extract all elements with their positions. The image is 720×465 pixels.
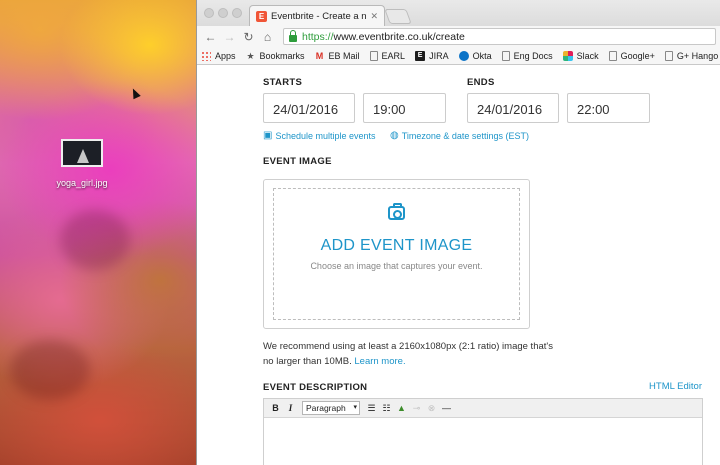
start-date-input[interactable]: 24/01/2016 bbox=[263, 93, 355, 123]
bookmark-okta[interactable]: Okta bbox=[458, 50, 492, 61]
star-icon: ★ bbox=[246, 50, 255, 61]
new-tab-button[interactable] bbox=[384, 9, 412, 24]
address-bar[interactable]: https://www.eventbrite.co.uk/create bbox=[283, 28, 716, 45]
bullet-list-button[interactable]: ☰ bbox=[364, 403, 379, 414]
bookmark-eng-docs[interactable]: Eng Docs bbox=[501, 50, 553, 61]
image-thumbnail bbox=[61, 139, 103, 167]
camera-icon bbox=[388, 203, 405, 220]
page-content: STARTS ENDS 24/01/2016 19:00 24/01/2016 … bbox=[197, 65, 720, 465]
lock-icon bbox=[289, 29, 297, 42]
bookmark-slack[interactable]: Slack bbox=[562, 50, 599, 61]
add-image-subtitle: Choose an image that captures your event… bbox=[310, 261, 483, 271]
reload-button[interactable]: ↻ bbox=[239, 30, 258, 44]
italic-button[interactable]: I bbox=[283, 403, 298, 413]
bookmark-bookmarks[interactable]: ★ Bookmarks bbox=[246, 50, 304, 61]
forward-button[interactable]: → bbox=[220, 30, 239, 44]
end-date-input[interactable]: 24/01/2016 bbox=[467, 93, 559, 123]
event-description-label: EVENT DESCRIPTION bbox=[263, 382, 368, 393]
add-event-image-button[interactable]: ADD EVENT IMAGE bbox=[264, 237, 529, 255]
url-protocol: https:// bbox=[302, 30, 334, 43]
insert-image-button[interactable]: ▲ bbox=[394, 403, 409, 413]
mouse-cursor-icon bbox=[129, 86, 141, 100]
okta-icon bbox=[458, 50, 469, 61]
slack-icon bbox=[562, 50, 573, 61]
close-tab-icon[interactable]: ✕ bbox=[370, 11, 378, 22]
starts-label: STARTS bbox=[263, 77, 303, 88]
back-button[interactable]: ← bbox=[201, 30, 220, 44]
desktop-file-icon[interactable]: yoga_girl.jpg bbox=[52, 139, 112, 188]
page-icon bbox=[501, 50, 510, 61]
insert-link-button[interactable]: ⊸ bbox=[409, 403, 424, 414]
bookmark-jira[interactable]: E JIRA bbox=[415, 50, 449, 61]
minimize-window-button[interactable] bbox=[218, 8, 228, 18]
browser-toolbar: ← → ↻ ⌂ https://www.eventbrite.co.uk/cre… bbox=[197, 26, 720, 47]
browser-window: E Eventbrite - Create a new e ✕ ← → ↻ ⌂ … bbox=[196, 0, 720, 465]
format-select[interactable]: Paragraph ▾ bbox=[302, 401, 360, 415]
event-image-label: EVENT IMAGE bbox=[263, 156, 332, 167]
bookmark-hangouts[interactable]: G+ Hango bbox=[664, 50, 718, 61]
apps-icon bbox=[201, 50, 211, 61]
bookmark-eb-mail[interactable]: M EB Mail bbox=[315, 51, 360, 61]
start-time-input[interactable]: 19:00 bbox=[363, 93, 446, 123]
bookmark-apps[interactable]: Apps bbox=[201, 50, 236, 61]
unlink-button[interactable]: ⊗ bbox=[424, 403, 439, 414]
jira-icon: E bbox=[415, 50, 426, 61]
desktop-file-name: yoga_girl.jpg bbox=[56, 178, 108, 188]
desktop-background: yoga_girl.jpg bbox=[0, 0, 196, 465]
browser-tab[interactable]: E Eventbrite - Create a new e ✕ bbox=[249, 5, 385, 26]
home-button[interactable]: ⌂ bbox=[258, 30, 277, 44]
page-icon bbox=[369, 50, 378, 61]
bookmark-earl[interactable]: EARL bbox=[369, 50, 405, 61]
image-upload-area[interactable]: ADD EVENT IMAGE Choose an image that cap… bbox=[263, 179, 530, 329]
ends-label: ENDS bbox=[467, 77, 495, 88]
page-icon bbox=[664, 50, 673, 61]
horizontal-rule-button[interactable]: — bbox=[439, 403, 454, 413]
url-text: www.eventbrite.co.uk/create bbox=[333, 30, 465, 43]
html-editor-link[interactable]: HTML Editor bbox=[649, 381, 702, 392]
end-time-input[interactable]: 22:00 bbox=[567, 93, 650, 123]
chevron-down-icon: ▾ bbox=[353, 404, 357, 411]
gmail-icon: M bbox=[315, 50, 324, 61]
calendar-icon: ▣ bbox=[263, 130, 273, 141]
tab-title: Eventbrite - Create a new e bbox=[271, 10, 367, 22]
browser-titlebar: E Eventbrite - Create a new e ✕ bbox=[197, 0, 720, 26]
numbered-list-button[interactable]: ☷ bbox=[379, 403, 394, 414]
timezone-settings-link[interactable]: ◍ Timezone & date settings (EST) bbox=[390, 130, 529, 141]
globe-icon: ◍ bbox=[390, 130, 399, 141]
image-recommendation-text: We recommend using at least a 2160x1080p… bbox=[263, 341, 553, 367]
learn-more-link[interactable]: Learn more. bbox=[354, 356, 405, 367]
page-icon bbox=[608, 50, 617, 61]
eventbrite-favicon: E bbox=[256, 10, 267, 22]
close-window-button[interactable] bbox=[204, 8, 214, 18]
zoom-window-button[interactable] bbox=[232, 8, 242, 18]
description-editor[interactable]: B I Paragraph ▾ ☰ ☷ ▲ ⊸ ⊗ — bbox=[263, 398, 703, 465]
bold-button[interactable]: B bbox=[268, 403, 283, 413]
bookmark-google-plus[interactable]: Google+ bbox=[608, 50, 655, 61]
schedule-multiple-link[interactable]: ▣ Schedule multiple events bbox=[263, 130, 376, 141]
bookmarks-bar: Apps ★ Bookmarks M EB Mail EARL E JIRA Okta… bbox=[197, 47, 720, 65]
editor-toolbar: B I Paragraph ▾ ☰ ☷ ▲ ⊸ ⊗ — bbox=[264, 399, 702, 418]
